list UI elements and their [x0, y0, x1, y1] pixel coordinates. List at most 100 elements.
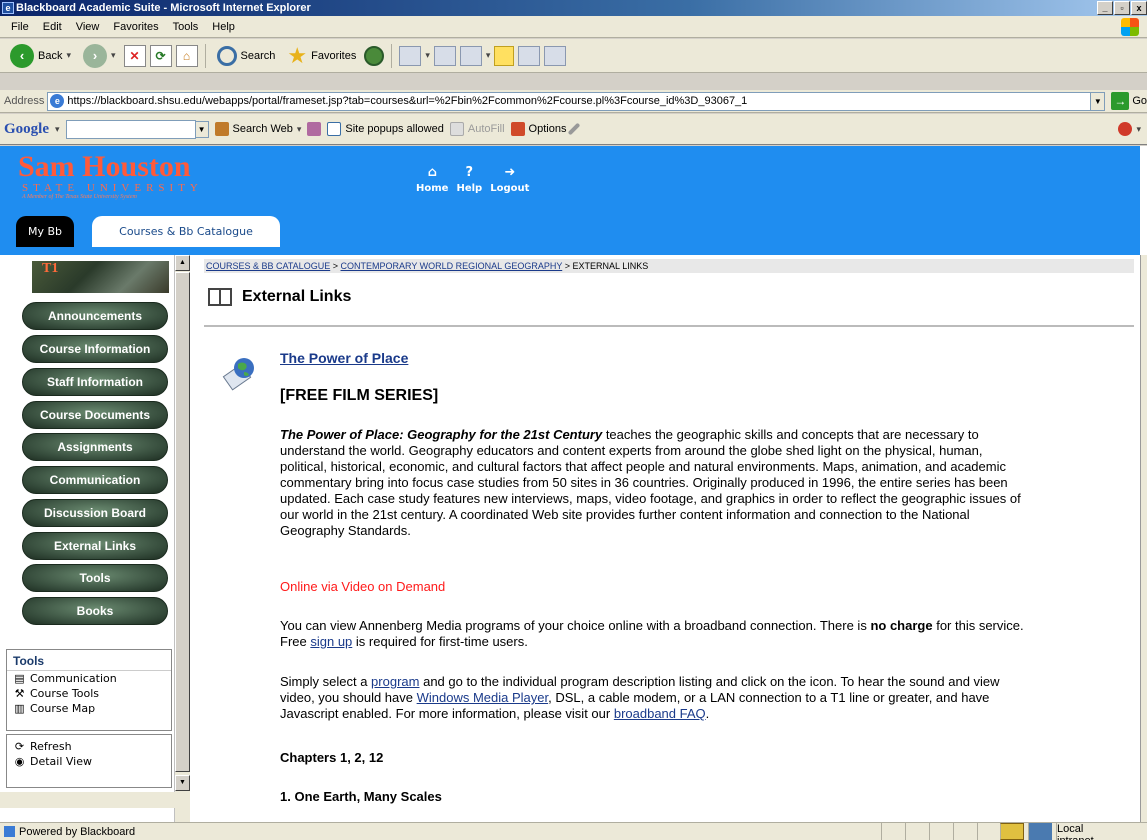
options-button[interactable]: Options: [510, 122, 566, 136]
go-arrow-icon: →: [1111, 92, 1130, 110]
google-search-dropdown-icon[interactable]: ▼: [194, 120, 209, 138]
scroll-up-arrow-icon[interactable]: ▲: [175, 255, 190, 271]
address-label: Address: [4, 95, 45, 107]
header-home-link[interactable]: ⌂ Home: [416, 165, 449, 195]
address-dropdown-icon[interactable]: ▼: [1090, 92, 1105, 110]
go-label: Go: [1132, 95, 1147, 107]
scroll-thumb[interactable]: [175, 272, 190, 772]
edit-dropdown-icon[interactable]: ▾: [486, 50, 491, 61]
nav-button-discussion-board[interactable]: Discussion Board: [22, 499, 168, 527]
home-icon[interactable]: ⌂: [175, 44, 198, 67]
detail-view-icon: ◉: [14, 755, 25, 768]
tools-item-course-map[interactable]: ▥ Course Map: [7, 701, 171, 716]
home-label: Home: [416, 183, 449, 194]
refresh-link[interactable]: ⟳ Refresh: [7, 739, 171, 754]
search-web-dropdown-icon[interactable]: ▾: [297, 124, 302, 135]
search-button[interactable]: Search: [213, 42, 280, 70]
breadcrumb-link-catalogue[interactable]: COURSES & BB CATALOGUE: [206, 261, 330, 271]
breadcrumb-current: EXTERNAL LINKS: [572, 261, 649, 271]
menu-favorites[interactable]: Favorites: [106, 21, 165, 33]
nav-button-books[interactable]: Books: [22, 597, 168, 625]
edit-icon[interactable]: [459, 45, 482, 66]
chapter-item: 1. One Earth, Many Scales: [280, 789, 442, 804]
tab-my-bb[interactable]: My Bb: [16, 216, 74, 247]
broadband-faq-link[interactable]: broadband FAQ: [614, 706, 706, 721]
messenger-icon[interactable]: [544, 45, 567, 66]
print-icon[interactable]: [433, 45, 456, 66]
research-icon[interactable]: [518, 45, 541, 66]
google-menu-dropdown-icon[interactable]: ▾: [55, 124, 60, 135]
menu-edit[interactable]: Edit: [36, 21, 69, 33]
menu-view[interactable]: View: [69, 21, 107, 33]
stop-icon[interactable]: ✕: [123, 44, 146, 67]
search-icon: [216, 45, 237, 66]
menu-tools[interactable]: Tools: [166, 21, 206, 33]
page-title: External Links: [242, 288, 352, 305]
popup-blocker-button[interactable]: Site popups allowed: [327, 122, 444, 136]
forward-dropdown-icon[interactable]: ▾: [111, 50, 116, 61]
logo-sub: STATE UNIVERSITY: [22, 182, 203, 194]
refresh-icon[interactable]: ⟳: [149, 44, 172, 67]
close-button[interactable]: x: [1131, 1, 1147, 15]
translate-dropdown-icon[interactable]: ▾: [1136, 124, 1141, 135]
main-vertical-scrollbar[interactable]: [1140, 255, 1147, 822]
course-menu-horizontal-scrollbar[interactable]: [0, 792, 190, 808]
nav-button-staff-information[interactable]: Staff Information: [22, 368, 168, 396]
menu-file[interactable]: File: [4, 21, 36, 33]
logout-icon: ➜: [504, 165, 516, 180]
main-content-frame: COURSES & BB CATALOGUE > CONTEMPORARY WO…: [192, 255, 1140, 822]
autofill-button[interactable]: AutoFill: [449, 122, 505, 136]
search-web-button[interactable]: Search Web ▾: [214, 122, 302, 136]
address-input[interactable]: e https://blackboard.shsu.edu/webapps/po…: [47, 91, 1106, 111]
power-of-place-link[interactable]: The Power of Place: [280, 350, 408, 366]
tools-item-communication[interactable]: ▤ Communication: [7, 671, 171, 686]
intro-bold-title: The Power of Place: Geography for the 21…: [280, 427, 603, 442]
favorites-star-icon: ★: [287, 42, 308, 68]
maximize-button[interactable]: ▫: [1114, 1, 1130, 15]
open-book-icon: [208, 288, 232, 306]
google-search-input[interactable]: [65, 119, 196, 139]
menu-help[interactable]: Help: [205, 21, 242, 33]
media-icon[interactable]: [364, 45, 385, 66]
back-dropdown-icon[interactable]: ▾: [66, 50, 71, 61]
nav-button-course-documents[interactable]: Course Documents: [22, 401, 168, 429]
forward-button[interactable]: › ▾: [79, 42, 120, 70]
scroll-down-arrow-icon[interactable]: ▼: [175, 775, 190, 791]
nav-button-course-information[interactable]: Course Information: [22, 335, 168, 363]
discuss-icon[interactable]: [494, 45, 515, 66]
favorites-label: Favorites: [311, 49, 357, 62]
view-text-3: is required for first-time users.: [355, 634, 528, 649]
program-link[interactable]: program: [371, 674, 419, 689]
nav-button-communication[interactable]: Communication: [22, 466, 168, 494]
sign-up-link[interactable]: sign up: [310, 634, 352, 649]
detail-view-link[interactable]: ◉ Detail View: [7, 754, 171, 769]
windows-media-player-link[interactable]: Windows Media Player: [417, 690, 549, 705]
nav-button-assignments[interactable]: Assignments: [22, 433, 168, 461]
minimize-button[interactable]: _: [1097, 1, 1113, 15]
nav-button-announcements[interactable]: Announcements: [22, 302, 168, 330]
university-logo[interactable]: Sam Houston STATE UNIVERSITY A Member of…: [18, 152, 203, 201]
mail-icon[interactable]: [399, 45, 422, 66]
refresh-label: Refresh: [30, 740, 72, 753]
favorites-button[interactable]: ★ Favorites: [283, 42, 360, 70]
course-menu-vertical-scrollbar[interactable]: ▲ ▼: [174, 255, 190, 822]
status-panel: [905, 823, 929, 840]
back-button[interactable]: ‹ Back ▾: [6, 42, 75, 70]
status-panel: [929, 823, 953, 840]
nav-button-tools[interactable]: Tools: [22, 564, 168, 592]
tools-item-label: Communication: [30, 672, 117, 685]
window-titlebar: e Blackboard Academic Suite - Microsoft …: [0, 0, 1147, 16]
mail-dropdown-icon[interactable]: ▾: [425, 50, 430, 61]
translate-button[interactable]: ▾: [1118, 122, 1141, 136]
header-help-link[interactable]: ? Help: [456, 166, 482, 195]
tab-courses-catalogue[interactable]: Courses & Bb Catalogue: [92, 216, 280, 247]
pencil-icon[interactable]: [568, 122, 581, 136]
go-button[interactable]: → Go: [1111, 92, 1147, 110]
google-logo[interactable]: Google: [4, 121, 49, 138]
breadcrumb-link-course[interactable]: CONTEMPORARY WORLD REGIONAL GEOGRAPHY: [341, 261, 563, 271]
news-icon[interactable]: [307, 122, 322, 136]
nav-button-external-links[interactable]: External Links: [22, 532, 168, 560]
home-icon: ⌂: [427, 165, 437, 180]
tools-item-course-tools[interactable]: ⚒ Course Tools: [7, 686, 171, 701]
header-logout-link[interactable]: ➜ Logout: [490, 165, 529, 195]
